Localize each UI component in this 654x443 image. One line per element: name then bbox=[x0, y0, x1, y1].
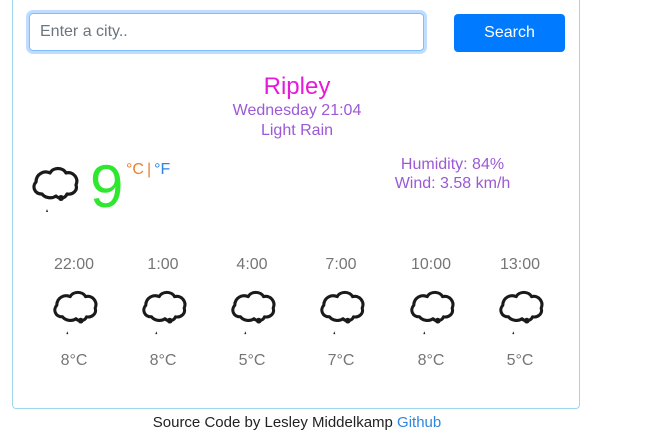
current-datetime: Wednesday 21:04 bbox=[232, 102, 362, 119]
forecast-time: 4:00 bbox=[236, 256, 268, 273]
weather-description: Light Rain bbox=[260, 122, 334, 139]
wind-text: Wind: 3.58 km/h bbox=[394, 175, 511, 192]
celsius-toggle[interactable]: °C bbox=[126, 161, 144, 178]
light-rain-cloud-icon bbox=[53, 290, 98, 335]
city-search-input[interactable] bbox=[29, 13, 424, 51]
forecast-item: 22:00 8°C bbox=[51, 255, 98, 373]
forecast-temp: 7°C bbox=[327, 352, 355, 369]
unit-toggle: °C | °F bbox=[126, 160, 170, 180]
forecast-item: 7:00 7°C bbox=[318, 255, 365, 373]
light-rain-cloud-icon bbox=[499, 290, 544, 335]
github-link[interactable]: Github bbox=[397, 414, 441, 431]
forecast-time: 22:00 bbox=[53, 256, 95, 273]
forecast-item: 1:00 8°C bbox=[140, 255, 187, 373]
forecast-temp: 8°C bbox=[60, 352, 88, 369]
forecast-item: 13:00 5°C bbox=[497, 255, 544, 373]
footer: Source Code by Lesley Middelkamp Github bbox=[12, 414, 582, 432]
forecast-temp: 5°C bbox=[238, 352, 266, 369]
forecast-temp: 8°C bbox=[417, 352, 445, 369]
forecast-time: 1:00 bbox=[147, 256, 179, 273]
footer-credit: Source Code by Lesley Middelkamp bbox=[152, 414, 393, 431]
forecast-time: 10:00 bbox=[410, 256, 452, 273]
city-name: Ripley bbox=[263, 73, 331, 100]
search-button[interactable]: Search bbox=[454, 14, 565, 52]
current-temperature: 9 bbox=[90, 153, 124, 220]
fahrenheit-toggle[interactable]: °F bbox=[154, 161, 170, 178]
forecast-item: 10:00 8°C bbox=[408, 255, 455, 373]
forecast-temp: 5°C bbox=[506, 352, 534, 369]
light-rain-cloud-icon bbox=[142, 290, 187, 335]
light-rain-cloud-icon bbox=[231, 290, 276, 335]
forecast-item: 4:00 5°C bbox=[229, 255, 276, 373]
light-rain-cloud-icon bbox=[32, 166, 79, 212]
forecast-time: 13:00 bbox=[499, 256, 541, 273]
forecast-temp: 8°C bbox=[149, 352, 177, 369]
humidity-text: Humidity: 84% bbox=[400, 156, 505, 173]
unit-separator: | bbox=[146, 161, 152, 178]
light-rain-cloud-icon bbox=[320, 290, 365, 335]
light-rain-cloud-icon bbox=[410, 290, 455, 335]
forecast-time: 7:00 bbox=[325, 256, 357, 273]
